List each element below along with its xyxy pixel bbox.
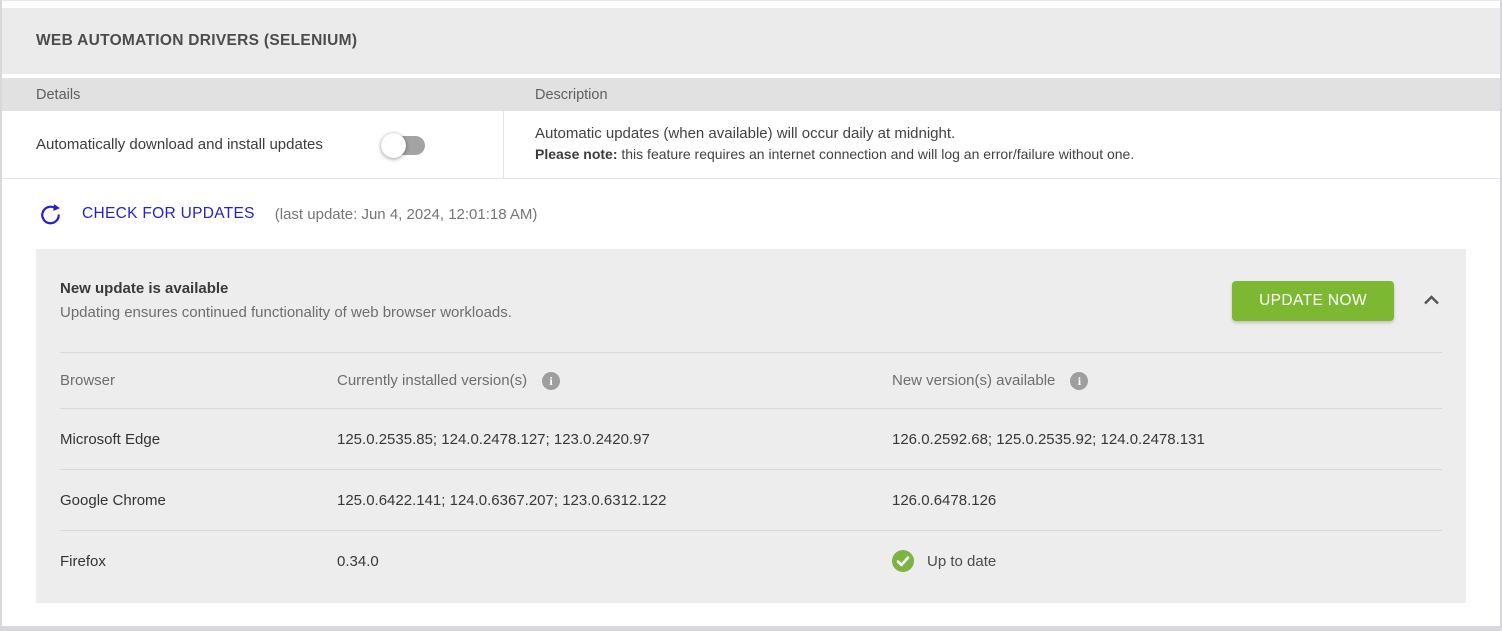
refresh-icon [39,203,62,226]
update-available-panel: New update is available Updating ensures… [36,249,1466,603]
installed-versions: 125.0.6422.141; 124.0.6367.207; 123.0.63… [337,492,892,509]
available-column-label: New version(s) available [892,372,1055,389]
installed-column-header: Currently installed version(s) i [337,372,892,390]
page-title: WEB AUTOMATION DRIVERS (SELENIUM) [36,32,357,50]
browser-column-header: Browser [60,372,337,389]
auto-update-toggle[interactable] [385,134,425,156]
chevron-up-icon [1423,293,1440,308]
check-for-updates-label: CHECK FOR UPDATES [82,205,255,223]
update-panel-title: New update is available [60,277,512,301]
check-for-updates-button[interactable]: CHECK FOR UPDATES [39,203,255,226]
installed-info-icon[interactable]: i [542,372,560,390]
auto-update-description-line1: Automatic updates (when available) will … [535,124,1476,144]
browser-name: Firefox [60,553,337,570]
settings-columns-header: Details Description [2,78,1500,111]
up-to-date-status: Up to date [892,550,1442,572]
installed-column-label: Currently installed version(s) [337,372,527,389]
browser-name: Google Chrome [60,492,337,509]
update-panel-titles: New update is available Updating ensures… [60,277,512,325]
browsers-table-header: Browser Currently installed version(s) i… [36,353,1466,408]
note-label: Please note: [535,146,617,162]
installed-versions: 125.0.2535.85; 124.0.2478.127; 123.0.242… [337,431,892,448]
available-versions: 126.0.6478.126 [892,492,1442,509]
available-column-header: New version(s) available i [892,372,1442,390]
available-versions: 126.0.2592.68; 125.0.2535.92; 124.0.2478… [892,431,1442,448]
auto-update-description-cell: Automatic updates (when available) will … [504,111,1500,178]
update-now-button[interactable]: UPDATE NOW [1232,281,1394,321]
toggle-knob [381,133,406,158]
table-row-firefox: Firefox 0.34.0 Up to date [36,531,1466,591]
settings-page: WEB AUTOMATION DRIVERS (SELENIUM) Detail… [0,0,1502,631]
available-info-icon[interactable]: i [1070,372,1088,390]
collapse-panel-button[interactable] [1423,293,1440,308]
update-panel-header: New update is available Updating ensures… [36,249,1466,352]
table-row-google-chrome: Google Chrome 125.0.6422.141; 124.0.6367… [36,470,1466,530]
note-text: this feature requires an internet connec… [617,146,1134,162]
update-panel-subtitle: Updating ensures continued functionality… [60,301,512,325]
check-for-updates-row: CHECK FOR UPDATES (last update: Jun 4, 2… [2,179,1500,249]
installed-versions: 0.34.0 [337,553,892,570]
auto-update-setting-row: Automatically download and install updat… [2,111,1500,179]
table-row-microsoft-edge: Microsoft Edge 125.0.2535.85; 124.0.2478… [36,409,1466,469]
last-update-timestamp: (last update: Jun 4, 2024, 12:01:18 AM) [275,206,538,223]
up-to-date-check-icon [892,550,914,572]
description-column-header: Description [504,87,1500,103]
up-to-date-label: Up to date [927,553,996,570]
auto-update-setting-cell: Automatically download and install updat… [2,111,504,178]
auto-update-description-note: Please note: this feature requires an in… [535,144,1476,164]
auto-update-label: Automatically download and install updat… [36,136,323,153]
page-header: WEB AUTOMATION DRIVERS (SELENIUM) [2,8,1500,74]
details-column-header: Details [2,87,504,103]
browser-name: Microsoft Edge [60,431,337,448]
